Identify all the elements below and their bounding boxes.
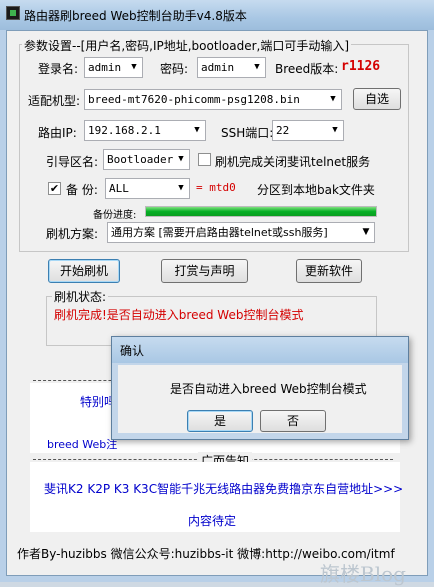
ssh-port-combo[interactable]: 22 ▼ (272, 120, 344, 141)
chevron-down-icon: ▼ (254, 62, 260, 72)
start-flash-button[interactable]: 开始刷机 (48, 259, 120, 283)
status-label: 刷机状态: (52, 288, 109, 305)
login-label: 登录名: (38, 62, 79, 76)
chevron-down-icon: ▼ (332, 125, 338, 135)
confirm-dialog: 确认 是否自动进入breed Web控制台模式 是 否 (111, 336, 409, 440)
router-ip-label: 路由IP: (38, 126, 77, 140)
scheme-label: 刷机方案: (46, 227, 99, 241)
password-label: 密码: (160, 62, 189, 76)
dialog-title-bar[interactable] (112, 337, 408, 363)
login-combo[interactable]: admin ▼ (84, 57, 143, 78)
breed-version-value: r1126 (341, 59, 381, 74)
model-value: breed-mt7620-phicomm-psg1208.bin (88, 93, 300, 106)
ads-link[interactable]: 斐讯K2 K2P K3 K3C智能千兆无线路由器免费撸京东自营地址>>> (44, 480, 403, 497)
dialog-no-button[interactable]: 否 (260, 410, 326, 432)
status-message: 刷机完成!是否自动进入breed Web控制台模式 (54, 308, 304, 322)
telnet-close-label: 刷机完成关闭斐讯telnet服务 (215, 155, 371, 169)
breed-version-label: Breed版本: (275, 62, 339, 76)
watermark: 旗楼Blog (320, 562, 406, 586)
telnet-close-checkbox[interactable] (198, 153, 211, 166)
chevron-down-icon: ▼ (178, 154, 184, 164)
model-label: 适配机型: (28, 94, 81, 108)
router-ip-value: 192.168.2.1 (88, 124, 161, 137)
donate-button[interactable]: 打赏与声明 (161, 259, 248, 283)
progress-fill (146, 207, 376, 216)
dialog-title: 确认 (120, 344, 145, 358)
backup-value: ALL (109, 182, 129, 195)
scheme-combo[interactable]: 通用方案 [需要开启路由器telnet或ssh服务] ▼ (107, 222, 375, 243)
window-title: 路由器刷breed Web控制台助手v4.8版本 (24, 9, 247, 23)
select-button[interactable]: 自选 (353, 88, 401, 110)
boot-value: Bootloader (107, 153, 174, 166)
checkmark-icon: ✔ (49, 182, 60, 195)
ads-placeholder: 内容待定 (188, 514, 237, 528)
ssh-port-value: 22 (276, 124, 290, 137)
progress-label: 备份进度: (93, 210, 137, 221)
backup-label: 备 份: (66, 183, 98, 197)
params-group-label: 参数设置--[用户名,密码,IP地址,bootloader,端口可手动输入] (22, 37, 352, 54)
password-value: admin (201, 61, 235, 74)
backup-progress-bar (145, 206, 377, 217)
router-ip-combo[interactable]: 192.168.2.1 ▼ (84, 120, 206, 141)
ssh-port-label: SSH端口: (221, 126, 274, 140)
boot-label: 引导区名: (46, 155, 99, 169)
update-button[interactable]: 更新软件 (296, 259, 362, 283)
boot-combo[interactable]: Bootloader ▼ (103, 149, 190, 170)
dialog-yes-button[interactable]: 是 (187, 410, 253, 432)
notice-text-2: breed Web注 (47, 438, 118, 451)
chevron-down-icon: ▼ (194, 125, 200, 135)
chevron-down-icon: ▼ (178, 183, 184, 193)
app-icon (6, 6, 20, 20)
title-bar[interactable]: 路由器刷breed Web控制台助手v4.8版本 (0, 0, 434, 30)
dialog-message: 是否自动进入breed Web控制台模式 (170, 382, 367, 396)
chevron-down-icon: ▼ (131, 62, 137, 72)
scheme-value: 通用方案 [需要开启路由器telnet或ssh服务] (111, 226, 328, 239)
login-value: admin (88, 61, 122, 74)
backup-combo[interactable]: ALL ▼ (105, 178, 190, 199)
backup-mapping: = mtd0 (196, 181, 236, 194)
password-combo[interactable]: admin ▼ (197, 57, 266, 78)
model-combo[interactable]: breed-mt7620-phicomm-psg1208.bin ▼ (84, 89, 342, 110)
backup-checkbox[interactable]: ✔ (48, 182, 61, 195)
backup-desc: 分区到本地bak文件夹 (257, 183, 375, 197)
chevron-down-icon: ▼ (362, 227, 370, 237)
chevron-down-icon: ▼ (330, 94, 336, 104)
